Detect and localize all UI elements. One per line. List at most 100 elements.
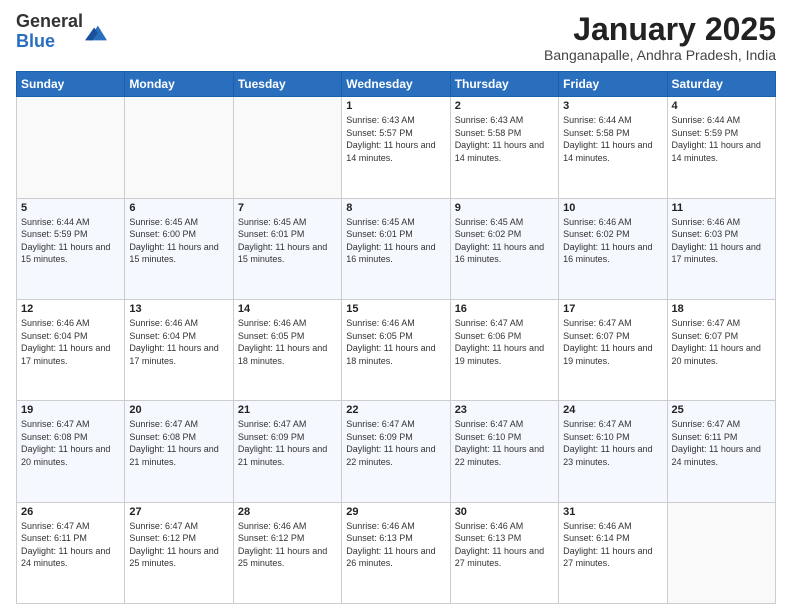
table-row: 19 Sunrise: 6:47 AMSunset: 6:08 PMDayligh…	[17, 401, 125, 502]
table-row: 3 Sunrise: 6:44 AMSunset: 5:58 PMDaylight…	[559, 97, 667, 198]
table-row: 9 Sunrise: 6:45 AMSunset: 6:02 PMDaylight…	[450, 198, 558, 299]
day-number: 15	[346, 303, 445, 315]
table-row: 11 Sunrise: 6:46 AMSunset: 6:03 PMDayligh…	[667, 198, 775, 299]
table-row: 1 Sunrise: 6:43 AMSunset: 5:57 PMDaylight…	[342, 97, 450, 198]
day-number: 3	[563, 100, 662, 112]
calendar-week-row: 12Sunrise: 6:46 AMSunset: 6:04 PMDayligh…	[17, 299, 776, 400]
day-info: Sunrise: 6:47 AMSunset: 6:07 PMDaylight:…	[563, 317, 662, 367]
table-row: 26 Sunrise: 6:47 AMSunset: 6:11 PMDayligh…	[17, 502, 125, 603]
table-row: 21 Sunrise: 6:47 AMSunset: 6:09 PMDayligh…	[233, 401, 341, 502]
day-number: 27	[129, 506, 228, 518]
table-row: 10 Sunrise: 6:46 AMSunset: 6:02 PMDayligh…	[559, 198, 667, 299]
table-row: 12Sunrise: 6:46 AMSunset: 6:04 PMDayligh…	[17, 299, 125, 400]
day-number: 6	[129, 202, 228, 214]
calendar-week-row: 5 Sunrise: 6:44 AMSunset: 5:59 PMDaylight…	[17, 198, 776, 299]
header-sunday: Sunday	[17, 72, 125, 97]
table-row	[233, 97, 341, 198]
table-row: 8Sunrise: 6:45 AMSunset: 6:01 PMDaylight…	[342, 198, 450, 299]
day-number: 26	[21, 506, 120, 518]
day-info: Sunrise: 6:44 AMSunset: 5:58 PMDaylight:…	[563, 114, 662, 164]
day-number: 1	[346, 100, 445, 112]
table-row: 4Sunrise: 6:44 AMSunset: 5:59 PMDaylight…	[667, 97, 775, 198]
day-number: 2	[455, 100, 554, 112]
table-row: 28 Sunrise: 6:46 AMSunset: 6:12 PMDayligh…	[233, 502, 341, 603]
calendar-week-row: 26 Sunrise: 6:47 AMSunset: 6:11 PMDayligh…	[17, 502, 776, 603]
day-info: Sunrise: 6:46 AMSunset: 6:12 PMDaylight:…	[238, 520, 337, 570]
day-info: Sunrise: 6:45 AMSunset: 6:00 PMDaylight:…	[129, 216, 228, 266]
day-info: Sunrise: 6:43 AMSunset: 5:58 PMDaylight:…	[455, 114, 554, 164]
day-info: Sunrise: 6:46 AMSunset: 6:04 PMDaylight:…	[129, 317, 228, 367]
day-number: 21	[238, 404, 337, 416]
table-row: 16 Sunrise: 6:47 AMSunset: 6:06 PMDayligh…	[450, 299, 558, 400]
day-number: 14	[238, 303, 337, 315]
day-number: 10	[563, 202, 662, 214]
day-info: Sunrise: 6:47 AMSunset: 6:08 PMDaylight:…	[129, 418, 228, 468]
header-friday: Friday	[559, 72, 667, 97]
day-number: 8	[346, 202, 445, 214]
day-info: Sunrise: 6:47 AMSunset: 6:09 PMDaylight:…	[238, 418, 337, 468]
calendar-week-row: 19 Sunrise: 6:47 AMSunset: 6:08 PMDayligh…	[17, 401, 776, 502]
day-number: 7	[238, 202, 337, 214]
day-number: 28	[238, 506, 337, 518]
day-number: 24	[563, 404, 662, 416]
day-number: 16	[455, 303, 554, 315]
day-info: Sunrise: 6:46 AMSunset: 6:02 PMDaylight:…	[563, 216, 662, 266]
page: General Blue January 2025 Banganapalle, …	[0, 0, 792, 612]
day-info: Sunrise: 6:47 AMSunset: 6:11 PMDaylight:…	[21, 520, 120, 570]
day-info: Sunrise: 6:47 AMSunset: 6:12 PMDaylight:…	[129, 520, 228, 570]
day-number: 29	[346, 506, 445, 518]
weekday-header-row: Sunday Monday Tuesday Wednesday Thursday…	[17, 72, 776, 97]
day-number: 17	[563, 303, 662, 315]
day-info: Sunrise: 6:46 AMSunset: 6:14 PMDaylight:…	[563, 520, 662, 570]
day-number: 25	[672, 404, 771, 416]
table-row: 13 Sunrise: 6:46 AMSunset: 6:04 PMDayligh…	[125, 299, 233, 400]
day-info: Sunrise: 6:45 AMSunset: 6:01 PMDaylight:…	[238, 216, 337, 266]
day-info: Sunrise: 6:45 AMSunset: 6:02 PMDaylight:…	[455, 216, 554, 266]
day-info: Sunrise: 6:47 AMSunset: 6:07 PMDaylight:…	[672, 317, 771, 367]
table-row: 23Sunrise: 6:47 AMSunset: 6:10 PMDayligh…	[450, 401, 558, 502]
day-number: 31	[563, 506, 662, 518]
day-info: Sunrise: 6:47 AMSunset: 6:10 PMDaylight:…	[455, 418, 554, 468]
day-number: 19	[21, 404, 120, 416]
day-info: Sunrise: 6:47 AMSunset: 6:06 PMDaylight:…	[455, 317, 554, 367]
table-row: 30Sunrise: 6:46 AMSunset: 6:13 PMDayligh…	[450, 502, 558, 603]
table-row: 2 Sunrise: 6:43 AMSunset: 5:58 PMDaylight…	[450, 97, 558, 198]
day-number: 20	[129, 404, 228, 416]
header-thursday: Thursday	[450, 72, 558, 97]
table-row	[125, 97, 233, 198]
logo: General Blue	[16, 12, 107, 52]
table-row: 15Sunrise: 6:46 AMSunset: 6:05 PMDayligh…	[342, 299, 450, 400]
day-info: Sunrise: 6:44 AMSunset: 5:59 PMDaylight:…	[21, 216, 120, 266]
logo-icon	[85, 22, 107, 44]
day-number: 11	[672, 202, 771, 214]
table-row: 18 Sunrise: 6:47 AMSunset: 6:07 PMDayligh…	[667, 299, 775, 400]
table-row: 6 Sunrise: 6:45 AMSunset: 6:00 PMDaylight…	[125, 198, 233, 299]
logo-blue: Blue	[16, 32, 83, 52]
day-info: Sunrise: 6:43 AMSunset: 5:57 PMDaylight:…	[346, 114, 445, 164]
month-title: January 2025	[544, 12, 776, 47]
day-number: 9	[455, 202, 554, 214]
table-row: 20 Sunrise: 6:47 AMSunset: 6:08 PMDayligh…	[125, 401, 233, 502]
day-number: 22	[346, 404, 445, 416]
day-number: 4	[672, 100, 771, 112]
day-info: Sunrise: 6:47 AMSunset: 6:10 PMDaylight:…	[563, 418, 662, 468]
header: General Blue January 2025 Banganapalle, …	[16, 12, 776, 63]
day-number: 5	[21, 202, 120, 214]
table-row	[667, 502, 775, 603]
table-row: 17 Sunrise: 6:47 AMSunset: 6:07 PMDayligh…	[559, 299, 667, 400]
table-row: 22 Sunrise: 6:47 AMSunset: 6:09 PMDayligh…	[342, 401, 450, 502]
day-info: Sunrise: 6:47 AMSunset: 6:08 PMDaylight:…	[21, 418, 120, 468]
day-info: Sunrise: 6:46 AMSunset: 6:05 PMDaylight:…	[238, 317, 337, 367]
day-info: Sunrise: 6:46 AMSunset: 6:03 PMDaylight:…	[672, 216, 771, 266]
table-row: 5 Sunrise: 6:44 AMSunset: 5:59 PMDaylight…	[17, 198, 125, 299]
table-row: 24 Sunrise: 6:47 AMSunset: 6:10 PMDayligh…	[559, 401, 667, 502]
day-info: Sunrise: 6:47 AMSunset: 6:09 PMDaylight:…	[346, 418, 445, 468]
day-number: 13	[129, 303, 228, 315]
table-row	[17, 97, 125, 198]
calendar-table: Sunday Monday Tuesday Wednesday Thursday…	[16, 71, 776, 604]
table-row: 14 Sunrise: 6:46 AMSunset: 6:05 PMDayligh…	[233, 299, 341, 400]
header-monday: Monday	[125, 72, 233, 97]
day-info: Sunrise: 6:47 AMSunset: 6:11 PMDaylight:…	[672, 418, 771, 468]
header-wednesday: Wednesday	[342, 72, 450, 97]
day-number: 18	[672, 303, 771, 315]
